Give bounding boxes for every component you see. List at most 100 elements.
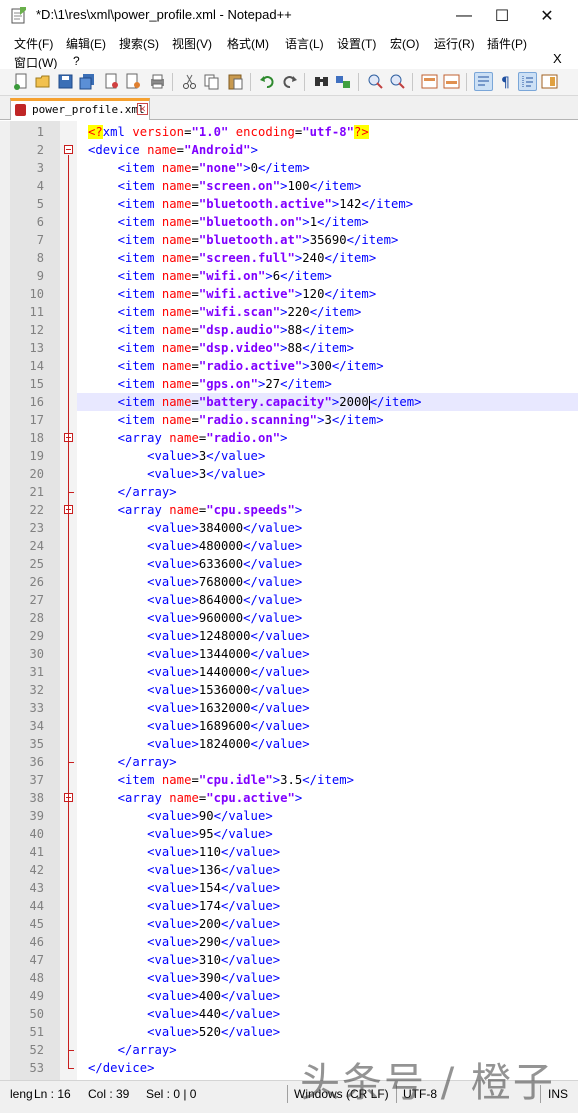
- zoom-out-icon[interactable]: [388, 72, 407, 91]
- code-line[interactable]: <value>154</value>: [88, 879, 280, 897]
- code-line[interactable]: <value>1824000</value>: [88, 735, 310, 753]
- replace-icon[interactable]: [334, 72, 353, 91]
- code-line[interactable]: <item name="wifi.scan">220</item>: [88, 303, 362, 321]
- code-line[interactable]: <item name="battery.capacity">2000</item…: [88, 393, 422, 411]
- close-all-icon[interactable]: [124, 72, 143, 91]
- code-line[interactable]: <item name="bluetooth.active">142</item>: [88, 195, 414, 213]
- code-line[interactable]: <item name="dsp.audio">88</item>: [88, 321, 354, 339]
- code-line[interactable]: <array name="cpu.active">: [88, 789, 303, 807]
- cut-icon[interactable]: [180, 72, 199, 91]
- word-wrap-icon[interactable]: [474, 72, 493, 91]
- code-line[interactable]: <value>1344000</value>: [88, 645, 310, 663]
- close-window-button[interactable]: ✕: [524, 0, 570, 31]
- code-line[interactable]: </array>: [88, 753, 177, 771]
- code-line[interactable]: <item name="wifi.active">120</item>: [88, 285, 377, 303]
- menu-format[interactable]: 格式(M): [227, 33, 269, 52]
- code-line[interactable]: <value>310</value>: [88, 951, 280, 969]
- new-file-icon[interactable]: [12, 72, 31, 91]
- close-file-icon[interactable]: [102, 72, 121, 91]
- code-line[interactable]: <value>136</value>: [88, 861, 280, 879]
- code-line[interactable]: </array>: [88, 1041, 177, 1059]
- menu-language[interactable]: 语言(L): [285, 33, 324, 52]
- code-line[interactable]: <array name="radio.on">: [88, 429, 288, 447]
- code-line[interactable]: <array name="cpu.speeds">: [88, 501, 303, 519]
- menu-macro[interactable]: 宏(O): [390, 33, 419, 52]
- save-icon[interactable]: [56, 72, 75, 91]
- code-line[interactable]: <item name="radio.active">300</item>: [88, 357, 384, 375]
- code-line[interactable]: <item name="gps.on">27</item>: [88, 375, 332, 393]
- tab-power-profile[interactable]: power_profile.xml ✕: [10, 98, 150, 120]
- code-line[interactable]: <value>520</value>: [88, 1023, 280, 1041]
- close-document-button[interactable]: X: [553, 51, 562, 66]
- code-line[interactable]: <value>633600</value>: [88, 555, 302, 573]
- code-line[interactable]: <item name="screen.on">100</item>: [88, 177, 362, 195]
- code-line[interactable]: <value>400</value>: [88, 987, 280, 1005]
- menu-search[interactable]: 搜索(S): [119, 33, 159, 52]
- code-line[interactable]: <item name="bluetooth.on">1</item>: [88, 213, 369, 231]
- menu-run[interactable]: 运行(R): [434, 33, 475, 52]
- code-line[interactable]: <item name="bluetooth.at">35690</item>: [88, 231, 399, 249]
- sync-scroll-h-icon[interactable]: [442, 72, 461, 91]
- code-line[interactable]: <?xml version="1.0" encoding="utf-8"?>: [88, 123, 369, 141]
- status-length: leng: [10, 1087, 33, 1101]
- undo-icon[interactable]: [258, 72, 277, 91]
- code-line[interactable]: <value>90</value>: [88, 807, 273, 825]
- code-line[interactable]: <item name="cpu.idle">3.5</item>: [88, 771, 354, 789]
- line-number: 24: [29, 539, 44, 553]
- code-line[interactable]: <value>768000</value>: [88, 573, 302, 591]
- line-number: 52: [29, 1043, 44, 1057]
- code-line[interactable]: </array>: [88, 483, 177, 501]
- code-line[interactable]: <value>1440000</value>: [88, 663, 310, 681]
- code-line[interactable]: <item name="none">0</item>: [88, 159, 310, 177]
- show-all-chars-icon[interactable]: ¶: [496, 72, 515, 91]
- editor[interactable]: 1 2 3 4 5 6 7 8 9 10 11 12 13 14 15 16 17 18 19 20 21 22 23 24 2…: [0, 121, 578, 1080]
- maximize-button[interactable]: ☐: [479, 0, 525, 31]
- code-line[interactable]: <value>290</value>: [88, 933, 280, 951]
- menu-plugins[interactable]: 插件(P): [487, 33, 527, 52]
- code-line[interactable]: <value>174</value>: [88, 897, 280, 915]
- menu-edit[interactable]: 编辑(E): [66, 33, 106, 52]
- menu-view[interactable]: 视图(V): [172, 33, 212, 52]
- doc-map-icon[interactable]: [540, 72, 559, 91]
- toolbar-separator: [358, 73, 359, 91]
- code-line[interactable]: <value>1248000</value>: [88, 627, 310, 645]
- fold-toggle-icon[interactable]: [64, 145, 73, 154]
- sync-scroll-v-icon[interactable]: [420, 72, 439, 91]
- code-line[interactable]: <value>95</value>: [88, 825, 273, 843]
- code-line[interactable]: <device name="Android">: [88, 141, 258, 159]
- code-line[interactable]: <value>110</value>: [88, 843, 280, 861]
- save-all-icon[interactable]: [78, 72, 97, 91]
- code-line[interactable]: <value>200</value>: [88, 915, 280, 933]
- code-line[interactable]: <item name="wifi.on">6</item>: [88, 267, 332, 285]
- tab-close-icon[interactable]: ✕: [137, 103, 148, 115]
- find-icon[interactable]: [312, 72, 331, 91]
- copy-icon[interactable]: [202, 72, 221, 91]
- menu-help[interactable]: ?: [73, 52, 80, 68]
- code-line[interactable]: <item name="screen.full">240</item>: [88, 249, 377, 267]
- code-line[interactable]: <value>1632000</value>: [88, 699, 310, 717]
- code-line[interactable]: <value>864000</value>: [88, 591, 302, 609]
- code-line[interactable]: </device>: [88, 1059, 155, 1077]
- code-line[interactable]: <value>960000</value>: [88, 609, 302, 627]
- code-line[interactable]: <value>480000</value>: [88, 537, 302, 555]
- code-line[interactable]: <value>3</value>: [88, 465, 265, 483]
- indent-guide-icon[interactable]: [518, 72, 537, 91]
- open-file-icon[interactable]: [34, 72, 53, 91]
- code-line[interactable]: <value>440</value>: [88, 1005, 280, 1023]
- code-line[interactable]: <item name="radio.scanning">3</item>: [88, 411, 384, 429]
- redo-icon[interactable]: [280, 72, 299, 91]
- line-number: 23: [29, 521, 44, 535]
- code-area[interactable]: <?xml version="1.0" encoding="utf-8"?> <d…: [77, 121, 578, 1080]
- menu-file[interactable]: 文件(F): [14, 33, 53, 52]
- print-icon[interactable]: [148, 72, 167, 91]
- code-line[interactable]: <item name="dsp.video">88</item>: [88, 339, 354, 357]
- paste-icon[interactable]: [226, 72, 245, 91]
- menu-settings[interactable]: 设置(T): [337, 33, 376, 52]
- code-line[interactable]: <value>384000</value>: [88, 519, 302, 537]
- code-line[interactable]: <value>390</value>: [88, 969, 280, 987]
- code-line[interactable]: <value>1536000</value>: [88, 681, 310, 699]
- code-line[interactable]: <value>1689600</value>: [88, 717, 310, 735]
- line-number: 19: [29, 449, 44, 463]
- zoom-in-icon[interactable]: [366, 72, 385, 91]
- code-line[interactable]: <value>3</value>: [88, 447, 265, 465]
